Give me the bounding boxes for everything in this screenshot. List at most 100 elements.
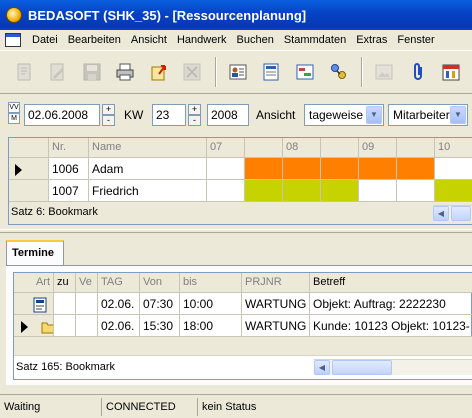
table-cell-art[interactable] (14, 315, 54, 337)
print-icon[interactable] (113, 59, 139, 85)
table-cell-bis[interactable]: 10:00 (180, 293, 242, 315)
table-cell-art[interactable] (14, 293, 54, 315)
document-icon[interactable] (259, 59, 285, 85)
schedule-icon[interactable] (292, 59, 318, 85)
schedule-slot-busy[interactable] (435, 180, 472, 202)
paperclip-icon[interactable] (405, 59, 431, 85)
splitter[interactable] (0, 229, 472, 233)
tab-termine[interactable]: Termine (6, 240, 64, 266)
schedule-slot[interactable] (435, 158, 472, 180)
view-label: Ansicht (256, 108, 296, 122)
kw-stepper[interactable]: + - (188, 104, 201, 126)
horizontal-scrollbar[interactable]: ◀ (314, 359, 472, 375)
column-header-von[interactable]: Von (140, 273, 180, 293)
date-stepper[interactable]: + - (102, 104, 115, 126)
year-input[interactable]: 2008 (207, 104, 249, 126)
schedule-slot-busy[interactable] (359, 158, 397, 180)
table-cell-von[interactable]: 15:30 (140, 315, 180, 337)
schedule-slot-busy[interactable] (321, 158, 359, 180)
table-cell-nr[interactable]: 1007 (49, 180, 89, 202)
app-logo-icon (6, 7, 22, 23)
menu-ansicht[interactable]: Ansicht (126, 34, 172, 46)
column-header-zu[interactable]: zu (54, 273, 76, 293)
scroll-left-icon[interactable]: ◀ (314, 360, 330, 375)
table-cell-prjnr[interactable]: WARTUNG (242, 293, 310, 315)
column-header-tag[interactable]: TAG (98, 273, 140, 293)
kw-input[interactable]: 23 (152, 104, 186, 126)
workflow-icon[interactable] (326, 59, 352, 85)
menu-datei[interactable]: Datei (27, 34, 63, 46)
menu-buchen[interactable]: Buchen (232, 34, 279, 46)
date-up-button[interactable]: + (102, 104, 115, 115)
menu-stammdaten[interactable]: Stammdaten (279, 34, 351, 46)
table-cell-tag[interactable]: 02.06. (98, 315, 140, 337)
schedule-slot[interactable] (207, 158, 245, 180)
toolbar-separator (361, 57, 364, 87)
view-select[interactable]: tageweise ▼ (304, 104, 384, 126)
table-cell-prjnr[interactable]: WARTUNG (242, 315, 310, 337)
window-menu-icon[interactable] (5, 33, 21, 47)
schedule-slot[interactable] (397, 180, 435, 202)
view-mode-toggle[interactable]: VV M (8, 102, 20, 124)
table-cell-ve[interactable] (76, 315, 98, 337)
schedule-slot[interactable] (207, 180, 245, 202)
column-header-betreff[interactable]: Betreff (310, 273, 472, 293)
table-cell-ve[interactable] (76, 293, 98, 315)
table-cell-name[interactable]: Friedrich (89, 180, 207, 202)
scroll-left-icon[interactable]: ◀ (433, 206, 449, 221)
menu-handwerk[interactable]: Handwerk (172, 34, 232, 46)
chevron-down-icon[interactable]: ▼ (366, 106, 382, 124)
schedule-slot-busy[interactable] (245, 180, 283, 202)
calendar-icon[interactable] (438, 59, 464, 85)
image-icon[interactable] (371, 59, 397, 85)
column-header-name[interactable]: Name (89, 138, 207, 158)
scroll-thumb[interactable] (332, 360, 392, 375)
schedule-slot-busy[interactable] (245, 158, 283, 180)
employee-card-icon[interactable] (225, 59, 251, 85)
column-header-hour: 09 (359, 138, 397, 158)
date-down-button[interactable]: - (102, 115, 115, 126)
table-cell-betreff[interactable]: Kunde: 10123 Objekt: 10123- (310, 315, 472, 337)
status-text: kein Status (202, 400, 257, 413)
scroll-thumb[interactable] (451, 206, 471, 221)
table-cell-nr[interactable]: 1006 (49, 158, 89, 180)
table-cell-name[interactable]: Adam (89, 158, 207, 180)
table-cell-zu[interactable] (54, 315, 76, 337)
save-icon[interactable] (79, 59, 105, 85)
menu-extras[interactable]: Extras (351, 34, 392, 46)
cancel-icon[interactable] (180, 59, 206, 85)
grid-footer: Satz 165: Bookmark ◀ (14, 337, 472, 379)
horizontal-scrollbar[interactable]: ◀ (433, 205, 472, 221)
table-cell-zu[interactable] (54, 293, 76, 315)
export-icon[interactable] (146, 59, 172, 85)
new-record-icon[interactable] (12, 59, 38, 85)
table-cell-bis[interactable]: 18:00 (180, 315, 242, 337)
table-cell-von[interactable]: 07:30 (140, 293, 180, 315)
date-input[interactable]: 02.06.2008 (24, 104, 100, 126)
row-indicator[interactable] (9, 158, 49, 180)
group-select[interactable]: Mitarbeiter ▼ (388, 104, 468, 126)
table-cell-tag[interactable]: 02.06. (98, 293, 140, 315)
kw-label: KW (124, 108, 144, 122)
termine-grid: Art zu Ve TAG Von bis PRJNR Betreff 02.0… (13, 272, 472, 380)
column-header-ve[interactable]: Ve (76, 273, 98, 293)
column-header-nr[interactable]: Nr. (49, 138, 89, 158)
chevron-down-icon[interactable]: ▼ (450, 106, 466, 124)
kw-down-button[interactable]: - (188, 115, 201, 126)
schedule-slot-busy[interactable] (283, 180, 321, 202)
schedule-slot-busy[interactable] (321, 180, 359, 202)
schedule-slot-busy[interactable] (283, 158, 321, 180)
table-cell-betreff[interactable]: Objekt: Auftrag: 2222230 (310, 293, 472, 315)
menu-fenster[interactable]: Fenster (392, 34, 439, 46)
edit-record-icon[interactable] (46, 59, 72, 85)
vm-top-label[interactable]: VV (8, 102, 20, 113)
column-header-art[interactable]: Art (14, 273, 54, 293)
column-header-prjnr[interactable]: PRJNR (242, 273, 310, 293)
kw-up-button[interactable]: + (188, 104, 201, 115)
schedule-slot-busy[interactable] (397, 158, 435, 180)
menu-bearbeiten[interactable]: Bearbeiten (63, 34, 126, 46)
row-indicator[interactable] (9, 180, 49, 202)
column-header-bis[interactable]: bis (180, 273, 242, 293)
schedule-slot[interactable] (359, 180, 397, 202)
vm-bottom-label[interactable]: M (8, 113, 20, 124)
